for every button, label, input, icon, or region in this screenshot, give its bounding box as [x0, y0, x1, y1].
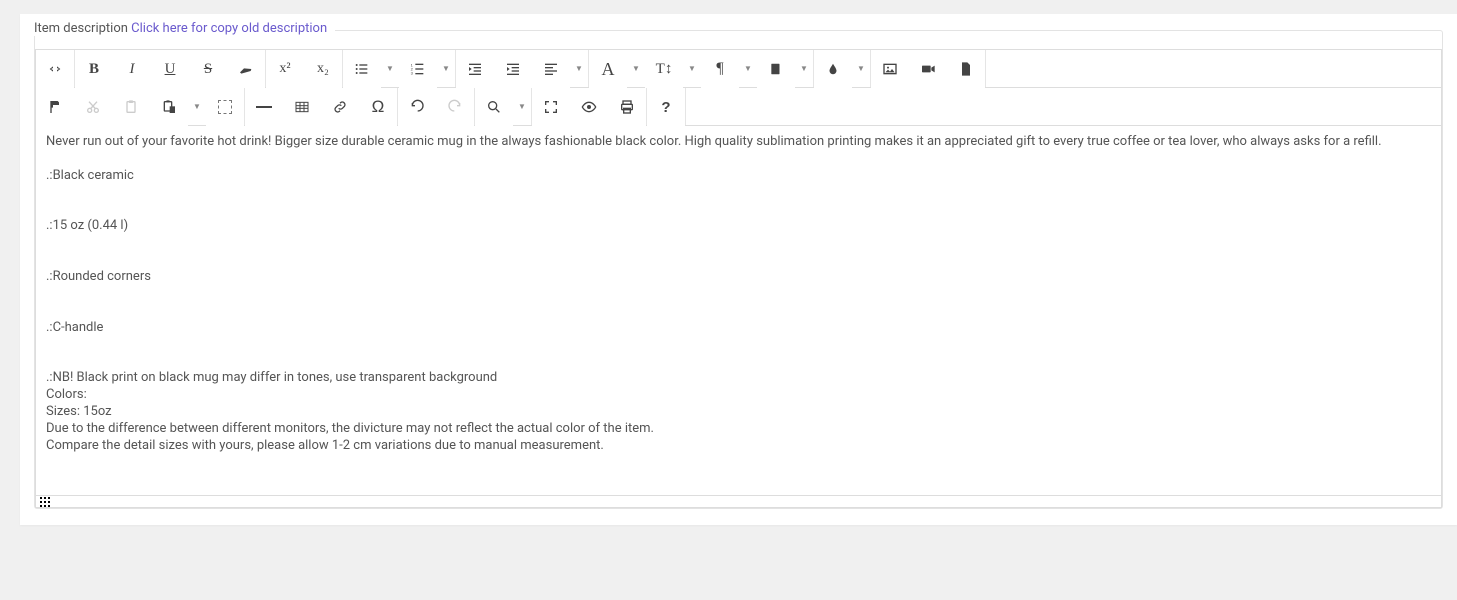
content-paragraph: .:NB! Black print on black mug may diffe…	[46, 370, 1431, 387]
italic-button[interactable]: I	[113, 50, 151, 88]
insert-image-button[interactable]	[871, 50, 909, 88]
content-paragraph: .:C-handle	[46, 320, 1431, 337]
content-paragraph: .:Black ceramic	[46, 168, 1431, 185]
item-description-fieldset: Item description Click here for copy old…	[34, 30, 1443, 509]
class-style-dropdown[interactable]: ▼	[795, 50, 813, 87]
class-style-button[interactable]	[757, 50, 795, 88]
select-all-button[interactable]	[206, 88, 244, 126]
editor-footer	[35, 496, 1442, 508]
content-paragraph: Never run out of your favorite hot drink…	[46, 134, 1431, 151]
superscript-button[interactable]: x²	[266, 50, 304, 88]
font-size-dropdown[interactable]: ▼	[683, 50, 701, 87]
content-paragraph: Sizes: 15oz	[46, 404, 1431, 421]
cut-button[interactable]	[74, 88, 112, 126]
text-color-button[interactable]	[814, 50, 852, 88]
unordered-list-button[interactable]	[343, 50, 381, 88]
toolbar-row-2: ▼ Ω	[36, 88, 1441, 126]
fullscreen-button[interactable]	[532, 88, 570, 126]
font-size-button[interactable]: T↕	[645, 50, 683, 88]
editor-content-area[interactable]: Never run out of your favorite hot drink…	[35, 126, 1442, 496]
ordered-list-dropdown[interactable]: ▼	[437, 50, 455, 87]
paste-special-button[interactable]	[150, 88, 188, 126]
insert-table-button[interactable]	[283, 88, 321, 126]
redo-button[interactable]	[436, 88, 474, 126]
outdent-button[interactable]	[456, 50, 494, 88]
legend-label: Item description	[34, 21, 128, 36]
html-source-button[interactable]	[36, 50, 74, 88]
unordered-list-dropdown[interactable]: ▼	[381, 50, 399, 87]
toolbar-row-1: B I U S x² x₂ ▼	[36, 50, 1441, 88]
search-button[interactable]	[475, 88, 513, 126]
svg-text:3: 3	[411, 70, 414, 75]
copy-format-button[interactable]	[36, 88, 74, 126]
indent-button[interactable]	[494, 50, 532, 88]
paste-special-dropdown[interactable]: ▼	[188, 88, 206, 125]
resize-grip-icon[interactable]	[40, 497, 50, 507]
paste-button[interactable]	[112, 88, 150, 126]
ordered-list-button[interactable]: 123	[399, 50, 437, 88]
horizontal-rule-button[interactable]	[245, 88, 283, 126]
special-char-button[interactable]: Ω	[359, 88, 397, 126]
copy-old-description-link[interactable]: Click here for copy old description	[131, 21, 327, 36]
subscript-button[interactable]: x₂	[304, 50, 342, 88]
font-family-button[interactable]: A	[589, 50, 627, 88]
underline-button[interactable]: U	[151, 50, 189, 88]
fieldset-legend: Item description Click here for copy old…	[34, 21, 335, 36]
content-paragraph: Colors:	[46, 387, 1431, 404]
align-dropdown[interactable]: ▼	[570, 50, 588, 87]
content-paragraph: Due to the difference between different …	[46, 421, 1431, 438]
undo-button[interactable]	[398, 88, 436, 126]
help-button[interactable]: ?	[647, 88, 685, 126]
strikethrough-button[interactable]: S	[189, 50, 227, 88]
wysiwyg-toolbar: B I U S x² x₂ ▼	[35, 49, 1442, 126]
paragraph-format-dropdown[interactable]: ▼	[739, 50, 757, 87]
preview-button[interactable]	[570, 88, 608, 126]
search-dropdown[interactable]: ▼	[513, 88, 531, 125]
insert-file-button[interactable]	[947, 50, 985, 88]
insert-video-button[interactable]	[909, 50, 947, 88]
bold-button[interactable]: B	[75, 50, 113, 88]
content-paragraph: Compare the detail sizes with yours, ple…	[46, 438, 1431, 455]
editor-card: Item description Click here for copy old…	[20, 14, 1457, 525]
clear-format-button[interactable]	[227, 50, 265, 88]
print-button[interactable]	[608, 88, 646, 126]
content-paragraph: .:15 oz (0.44 l)	[46, 218, 1431, 235]
text-color-dropdown[interactable]: ▼	[852, 50, 870, 87]
font-family-dropdown[interactable]: ▼	[627, 50, 645, 87]
insert-link-button[interactable]	[321, 88, 359, 126]
align-button[interactable]	[532, 50, 570, 88]
paragraph-format-button[interactable]: ¶	[701, 50, 739, 88]
content-paragraph: .:Rounded corners	[46, 269, 1431, 286]
